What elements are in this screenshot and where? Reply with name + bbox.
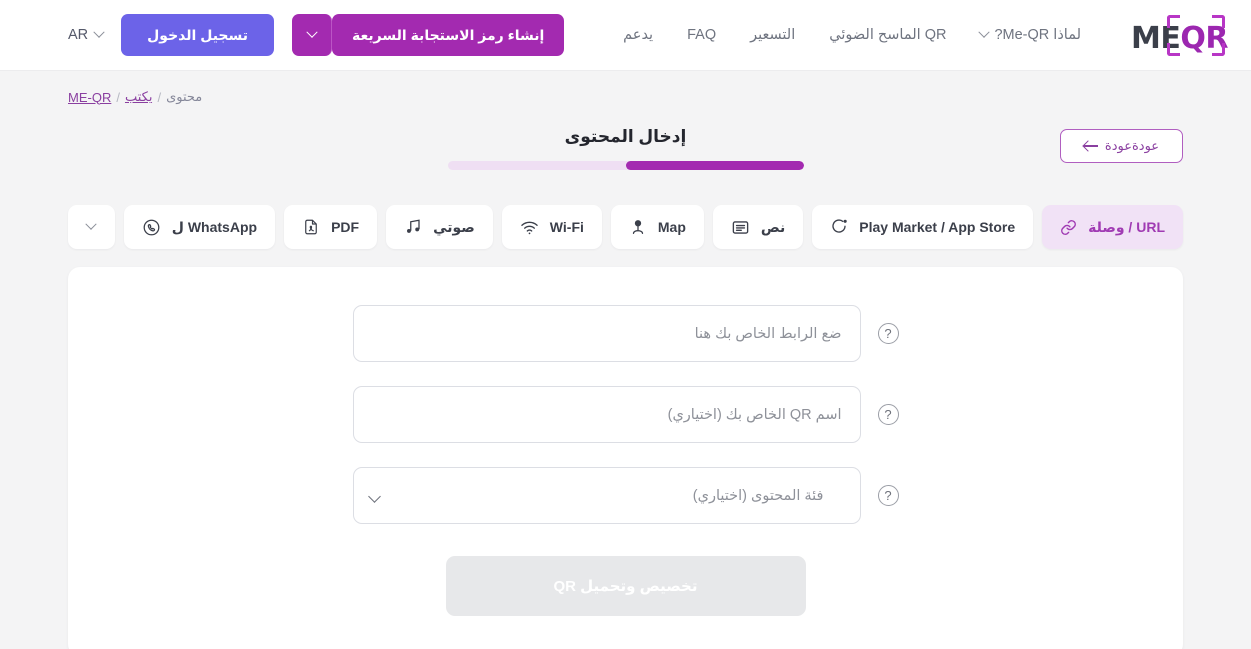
nav-item-why-meqr[interactable]: لماذا Me-QR? xyxy=(978,26,1081,43)
nav-item-label: FAQ xyxy=(687,27,717,43)
tab-label: Play Market / App Store xyxy=(859,219,1016,235)
page-title: إدخال المحتوى xyxy=(564,127,687,146)
breadcrumb-current: محتوى xyxy=(166,89,203,104)
nav-item-label: QR الماسح الضوئي xyxy=(829,27,947,43)
pdf-file-icon xyxy=(302,218,320,236)
create-qr-button-group: إنشاء رمز الاستجابة السريعة xyxy=(292,14,565,56)
category-select[interactable]: فئة المحتوى (اختياري) xyxy=(352,467,861,524)
tab-map[interactable]: Map xyxy=(610,205,704,249)
tab-label: URL / وصلة xyxy=(1088,218,1165,235)
tabs-expand-button[interactable] xyxy=(68,205,115,249)
url-field-row: ? xyxy=(352,305,899,362)
wifi-icon xyxy=(520,218,539,237)
back-button[interactable]: عودةعودة xyxy=(1060,129,1183,163)
step-header: عودةعودة إدخال المحتوى xyxy=(68,127,1183,189)
tab-label: نص xyxy=(760,218,786,235)
link-icon xyxy=(1060,219,1077,236)
step-progress-block: إدخال المحتوى xyxy=(447,127,804,170)
nav-item-support[interactable]: يدعم xyxy=(623,27,653,43)
page-content: ME-QR / يكتب / محتوى عودةعودة إدخال المح… xyxy=(0,71,1251,649)
breadcrumb-link-type[interactable]: يكتب xyxy=(125,89,153,105)
breadcrumb: ME-QR / يكتب / محتوى xyxy=(68,71,1183,105)
tab-label: صوتي xyxy=(433,218,475,235)
tab-label: Wi-Fi xyxy=(549,219,584,235)
nav-item-label: يدعم xyxy=(623,27,654,43)
breadcrumb-link-root[interactable]: ME-QR xyxy=(68,90,111,105)
progress-bar-fill xyxy=(625,161,804,170)
chevron-down-icon xyxy=(978,26,991,38)
chevron-down-icon xyxy=(305,26,318,38)
progress-bar xyxy=(447,161,804,170)
qr-name-input[interactable] xyxy=(352,386,861,443)
tab-pdf[interactable]: PDF xyxy=(284,205,378,249)
tab-play-market-app-store[interactable]: Play Market / App Store xyxy=(812,205,1034,249)
main-nav: لماذا Me-QR? QR الماسح الضوئي التسعير FA… xyxy=(623,26,1081,43)
qr-bracket-top-left-icon xyxy=(1167,15,1180,28)
tab-wifi[interactable]: Wi-Fi xyxy=(501,205,602,249)
submit-row: تخصيص وتحميل QR xyxy=(353,556,899,616)
music-note-icon xyxy=(404,218,422,236)
content-form-card: ? ? فئة المحتوى (اختياري) ? تخصيص وتحميل… xyxy=(68,267,1183,649)
meqr-logo[interactable]: MEQR xyxy=(1123,11,1228,59)
tab-url[interactable]: URL / وصلة xyxy=(1042,205,1183,249)
nav-item-qr-scanner[interactable]: QR الماسح الضوئي xyxy=(829,27,946,43)
nav-item-pricing[interactable]: التسعير xyxy=(750,27,795,43)
category-help-icon[interactable]: ? xyxy=(877,485,899,506)
language-label: AR xyxy=(68,27,89,43)
site-header: MEQR لماذا Me-QR? QR الماسح الضوئي التسع… xyxy=(0,0,1251,71)
nav-item-label: لماذا Me-QR? xyxy=(994,27,1081,43)
tab-whatsapp[interactable]: WhatsApp ل xyxy=(123,205,276,249)
back-button-label: عودةعودة xyxy=(1104,138,1160,153)
text-icon xyxy=(731,218,750,237)
url-input[interactable] xyxy=(352,305,861,362)
category-select-wrapper: فئة المحتوى (اختياري) xyxy=(352,467,861,524)
header-actions: إنشاء رمز الاستجابة السريعة تسجيل الدخول… xyxy=(68,14,565,56)
qr-type-tabs: URL / وصلة Play Market / App Store نص Ma… xyxy=(68,205,1183,249)
tab-text[interactable]: نص xyxy=(712,205,804,249)
customize-and-download-button[interactable]: تخصيص وتحميل QR xyxy=(445,556,806,616)
whatsapp-icon xyxy=(142,218,161,237)
map-pin-icon xyxy=(629,218,647,236)
qr-bracket-bottom-left-icon xyxy=(1167,43,1180,56)
login-button[interactable]: تسجيل الدخول xyxy=(121,14,275,56)
category-field-row: فئة المحتوى (اختياري) ? xyxy=(352,467,899,524)
qr-bracket-bottom-right-icon xyxy=(1212,43,1225,56)
chevron-down-icon xyxy=(85,218,98,230)
arrow-left-icon xyxy=(1083,145,1098,147)
qr-name-field-row: ? xyxy=(352,386,899,443)
category-select-value: فئة المحتوى (اختياري) xyxy=(692,487,824,504)
create-qr-button[interactable]: إنشاء رمز الاستجابة السريعة xyxy=(332,14,565,56)
nav-item-label: التسعير xyxy=(750,27,796,43)
qr-content-form: ? ? فئة المحتوى (اختياري) ? تخصيص وتحميل… xyxy=(352,305,899,616)
language-selector[interactable]: AR xyxy=(68,26,105,43)
tab-label: WhatsApp ل xyxy=(171,218,258,235)
tab-label: Map xyxy=(657,219,686,235)
qr-name-help-icon[interactable]: ? xyxy=(877,404,899,425)
tab-label: PDF xyxy=(331,219,360,235)
breadcrumb-separator: / xyxy=(157,89,162,105)
app-store-icon xyxy=(830,218,848,236)
chevron-down-icon xyxy=(93,26,105,38)
qr-bracket-top-right-icon xyxy=(1212,15,1225,28)
breadcrumb-separator: / xyxy=(116,89,120,105)
create-qr-dropdown-button[interactable] xyxy=(292,14,333,56)
nav-item-faq[interactable]: FAQ xyxy=(687,27,716,43)
url-help-icon[interactable]: ? xyxy=(877,323,899,344)
tab-audio[interactable]: صوتي xyxy=(386,205,493,249)
